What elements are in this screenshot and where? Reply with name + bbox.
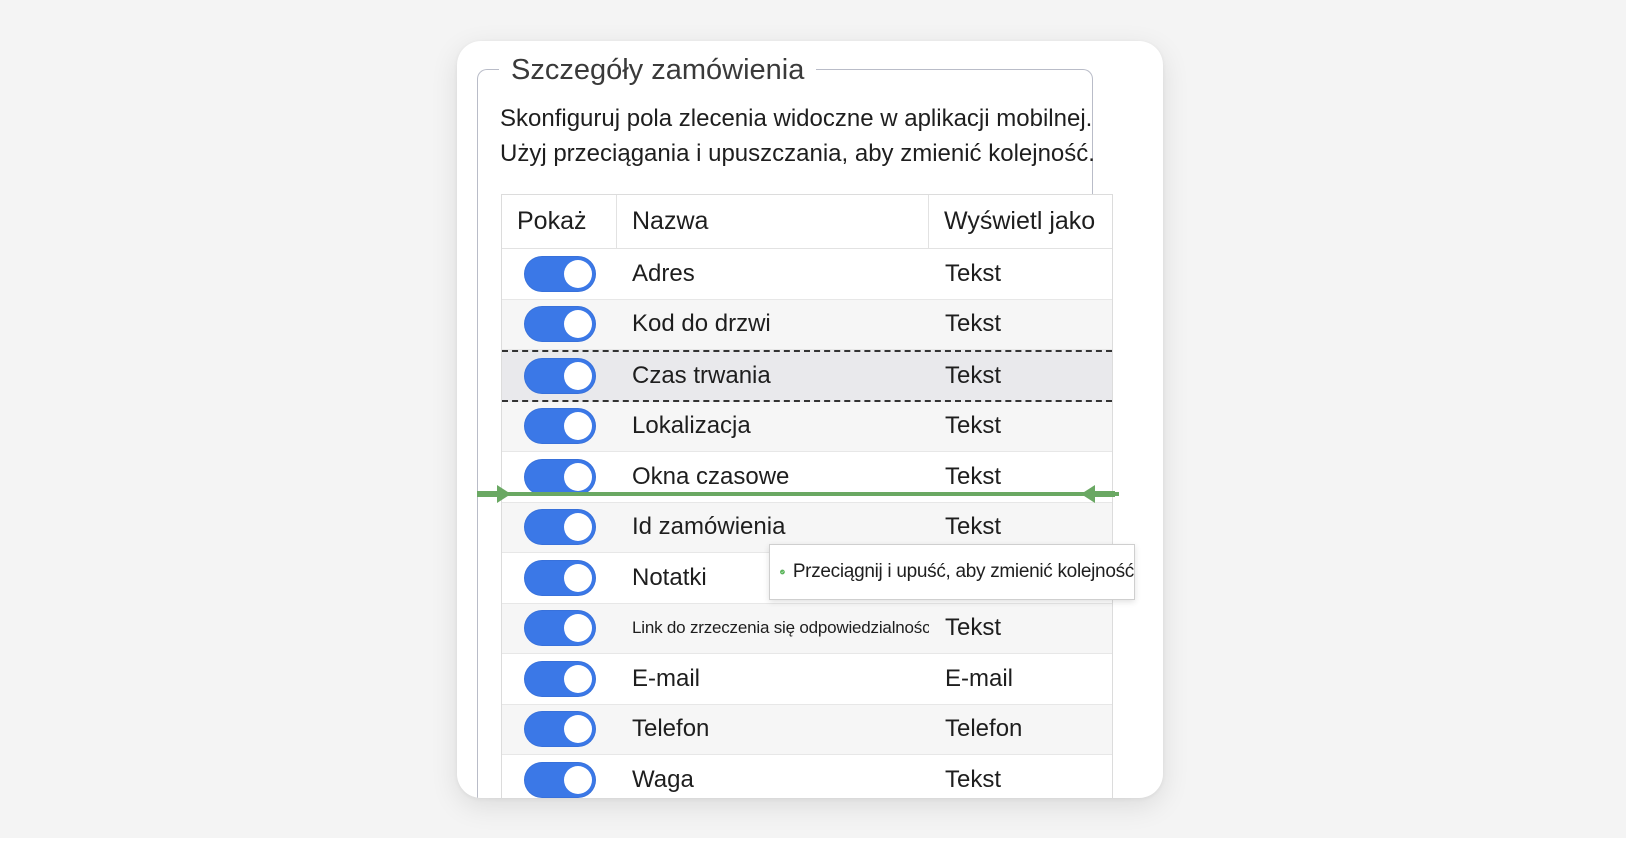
toggle-knob [564, 462, 592, 491]
field-name: Telefon [632, 715, 710, 743]
table-row[interactable]: Waga Tekst [502, 755, 1112, 798]
column-header-display-as[interactable]: Wyświetl jako [929, 195, 1112, 248]
field-display-type[interactable]: Tekst [929, 310, 1112, 338]
drop-indicator-line [477, 492, 1119, 496]
field-name: Czas trwania [632, 361, 771, 389]
field-name: Link do zrzeczenia się odpowiedzialności [632, 618, 929, 638]
show-cell [502, 509, 616, 546]
drop-indicator-left-arrow-icon [477, 485, 511, 503]
show-toggle[interactable] [524, 559, 596, 596]
table-row[interactable]: Link do zrzeczenia się odpowiedzialności… [502, 603, 1112, 654]
field-name: Kod do drzwi [632, 310, 771, 338]
field-name: Adres [632, 259, 695, 287]
toggle-knob [564, 361, 592, 390]
show-toggle[interactable] [524, 357, 596, 394]
table-row[interactable]: E-mail E-mail [502, 654, 1112, 705]
drag-tooltip: Przeciągnij i upuść, aby zmienić kolejno… [769, 544, 1135, 600]
panel-legend: Szczegóły zamówienia [499, 50, 817, 90]
table-row[interactable]: Lokalizacja Tekst [502, 401, 1112, 452]
toggle-knob [564, 563, 592, 592]
field-display-type[interactable]: Tekst [929, 412, 1112, 440]
show-toggle[interactable] [524, 509, 596, 546]
toggle-knob [564, 715, 592, 744]
show-toggle[interactable] [524, 610, 596, 647]
show-toggle[interactable] [524, 458, 596, 495]
field-display-type[interactable]: E-mail [929, 665, 1112, 693]
table-row[interactable]: Telefon Telefon [502, 704, 1112, 755]
field-name: E-mail [632, 664, 701, 692]
show-toggle[interactable] [524, 711, 596, 748]
field-display-type[interactable]: Telefon [929, 715, 1112, 743]
toggle-knob [564, 614, 592, 643]
toggle-knob [564, 310, 592, 339]
show-toggle[interactable] [524, 255, 596, 292]
show-cell [502, 610, 616, 647]
field-name: Waga [632, 765, 694, 793]
show-cell [502, 761, 616, 798]
show-cell [502, 559, 616, 596]
check-circle-icon [780, 569, 785, 575]
toggle-knob [564, 259, 592, 288]
column-header-name[interactable]: Nazwa [616, 195, 929, 248]
field-name: Lokalizacja [632, 412, 751, 440]
toggle-knob [564, 664, 592, 693]
field-display-type[interactable]: Tekst [929, 260, 1112, 288]
toggle-knob [564, 765, 592, 794]
description-line-2: Użyj przeciągania i upuszczania, aby zmi… [500, 140, 1095, 167]
show-toggle[interactable] [524, 306, 596, 343]
panel-description: Skonfiguruj pola zlecenia widoczne w apl… [500, 101, 1140, 171]
tooltip-text: Przeciągnij i upuść, aby zmienić kolejno… [792, 561, 1134, 582]
show-cell [502, 408, 616, 445]
show-cell [502, 357, 616, 394]
order-details-card: Szczegóły zamówienia Skonfiguruj pola zl… [457, 41, 1163, 798]
drop-indicator-right-arrow-icon [1081, 485, 1115, 503]
show-toggle[interactable] [524, 408, 596, 445]
show-cell [502, 255, 616, 292]
table-header: Pokaż Nazwa Wyświetl jako [502, 195, 1112, 249]
fields-table: Pokaż Nazwa Wyświetl jako Adres Tekst Ko… [501, 194, 1113, 798]
toggle-knob [564, 513, 592, 542]
show-cell [502, 306, 616, 343]
table-row-dragged[interactable]: Czas trwania Tekst [502, 350, 1112, 402]
toggle-knob [564, 412, 592, 441]
show-cell [502, 458, 616, 495]
column-header-show[interactable]: Pokaż [502, 195, 616, 248]
show-toggle[interactable] [524, 761, 596, 798]
field-display-type[interactable]: Tekst [929, 362, 1112, 390]
table-row[interactable]: Kod do drzwi Tekst [502, 299, 1112, 350]
table-row[interactable]: Adres Tekst [502, 249, 1112, 300]
show-cell [502, 660, 616, 697]
show-cell [502, 711, 616, 748]
field-name: Okna czasowe [632, 462, 790, 490]
field-display-type[interactable]: Tekst [929, 614, 1112, 642]
field-display-type[interactable]: Tekst [929, 766, 1112, 794]
show-toggle[interactable] [524, 660, 596, 697]
field-display-type[interactable]: Tekst [929, 513, 1112, 541]
description-line-1: Skonfiguruj pola zlecenia widoczne w apl… [500, 105, 1093, 132]
field-name: Id zamówienia [632, 513, 786, 541]
